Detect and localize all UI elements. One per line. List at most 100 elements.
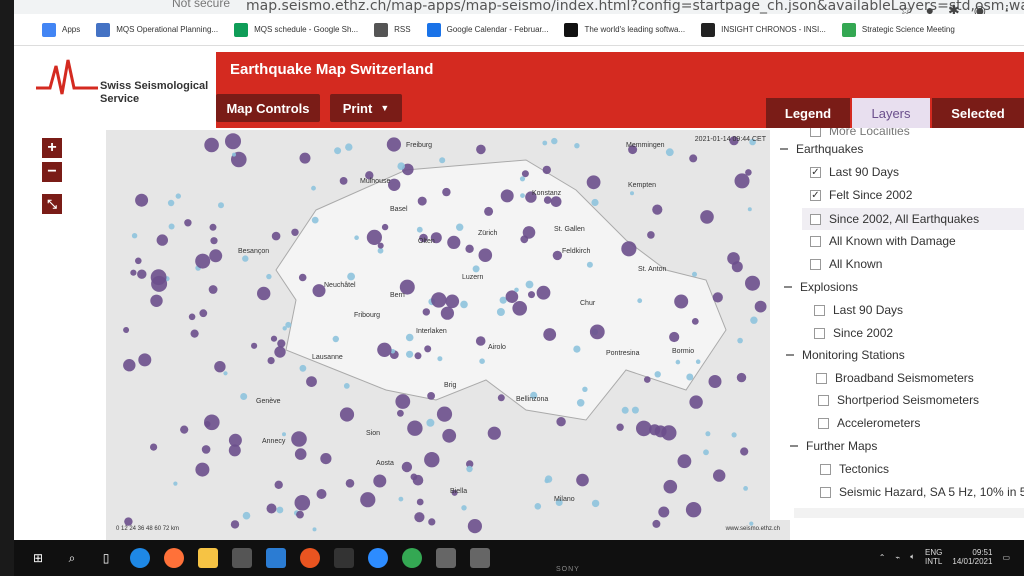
earthquake-marker[interactable] bbox=[528, 291, 535, 299]
earthquake-marker[interactable] bbox=[740, 447, 749, 456]
earthquake-marker[interactable] bbox=[360, 492, 376, 508]
group-monitoring-stations[interactable]: Monitoring Stations bbox=[786, 348, 905, 362]
station-marker[interactable] bbox=[232, 152, 236, 157]
earthquake-marker[interactable] bbox=[135, 257, 142, 265]
earthquake-marker[interactable] bbox=[505, 290, 519, 303]
checkbox[interactable] bbox=[810, 235, 821, 247]
clock-date[interactable]: 14/01/2021 bbox=[952, 557, 992, 566]
station-marker[interactable] bbox=[520, 193, 525, 198]
earthquake-marker[interactable] bbox=[228, 433, 242, 447]
checkbox[interactable] bbox=[814, 327, 825, 339]
task-view-icon[interactable]: ▯ bbox=[96, 548, 116, 568]
checkbox-checked[interactable]: ✓ bbox=[810, 166, 821, 178]
earthquake-marker[interactable] bbox=[294, 495, 311, 511]
station-marker[interactable] bbox=[703, 449, 709, 456]
earthquake-marker[interactable] bbox=[274, 346, 286, 358]
checkbox[interactable] bbox=[816, 372, 827, 384]
station-marker[interactable] bbox=[347, 272, 355, 281]
earthquake-marker[interactable] bbox=[700, 210, 714, 224]
station-marker[interactable] bbox=[334, 147, 342, 155]
terminal-icon[interactable] bbox=[334, 548, 354, 568]
station-marker[interactable] bbox=[240, 393, 248, 400]
station-marker[interactable] bbox=[266, 273, 272, 280]
earthquake-marker[interactable] bbox=[150, 294, 163, 307]
layer-shortperiod[interactable]: Shortperiod Seismometers bbox=[818, 393, 979, 407]
earthquake-marker[interactable] bbox=[267, 357, 275, 365]
earthquake-marker[interactable] bbox=[447, 235, 461, 249]
earthquake-marker[interactable] bbox=[487, 426, 501, 440]
station-marker[interactable] bbox=[576, 399, 585, 407]
earthquake-marker[interactable] bbox=[727, 252, 740, 265]
layer-broadband[interactable]: Broadband Seismometers bbox=[816, 371, 974, 385]
bookmark-item[interactable]: MQS Operational Planning... bbox=[96, 22, 218, 37]
earthquake-marker[interactable] bbox=[436, 406, 453, 422]
earthquake-marker[interactable] bbox=[689, 154, 698, 163]
tab-layers[interactable]: Layers bbox=[852, 98, 930, 128]
station-marker[interactable] bbox=[416, 226, 423, 233]
station-marker[interactable] bbox=[743, 486, 748, 491]
zoom-in-button[interactable]: + bbox=[42, 138, 62, 158]
station-marker[interactable] bbox=[591, 198, 599, 207]
earthquake-marker[interactable] bbox=[320, 453, 332, 465]
earthquake-marker[interactable] bbox=[291, 228, 299, 236]
earthquake-marker[interactable] bbox=[156, 234, 168, 246]
earthquake-marker[interactable] bbox=[138, 353, 152, 367]
earthquake-marker[interactable] bbox=[745, 275, 760, 291]
layer-tectonics[interactable]: Tectonics bbox=[820, 462, 889, 476]
station-marker[interactable] bbox=[276, 506, 284, 514]
station-marker[interactable] bbox=[542, 140, 548, 146]
earthquake-marker[interactable] bbox=[476, 144, 486, 155]
earthquake-marker[interactable] bbox=[271, 231, 281, 241]
station-marker[interactable] bbox=[637, 298, 643, 304]
group-explosions[interactable]: Explosions bbox=[784, 280, 858, 294]
station-marker[interactable] bbox=[311, 185, 316, 191]
earthquake-marker[interactable] bbox=[431, 292, 447, 308]
station-marker[interactable] bbox=[496, 308, 505, 316]
station-marker[interactable] bbox=[437, 356, 443, 362]
group-earthquakes[interactable]: Earthquakes bbox=[780, 142, 863, 156]
station-marker[interactable] bbox=[439, 157, 446, 164]
earthquake-map[interactable]: 2021-01-14 09:44 CET Freiburg Memmingen Mu… bbox=[106, 130, 790, 540]
earthquake-marker[interactable] bbox=[736, 372, 747, 383]
earthquake-marker[interactable] bbox=[654, 425, 667, 438]
station-marker[interactable] bbox=[737, 337, 743, 344]
earthquake-marker[interactable] bbox=[428, 518, 436, 526]
layer-all-known[interactable]: All Known bbox=[810, 257, 882, 271]
earthquake-marker[interactable] bbox=[225, 133, 241, 150]
earthquake-marker[interactable] bbox=[345, 479, 355, 488]
earthquake-marker[interactable] bbox=[652, 519, 661, 528]
earthquake-marker[interactable] bbox=[442, 428, 457, 443]
earthquake-marker[interactable] bbox=[294, 448, 307, 460]
earthquake-marker[interactable] bbox=[691, 318, 699, 325]
earthquake-marker[interactable] bbox=[277, 339, 286, 348]
earthquake-marker[interactable] bbox=[713, 469, 726, 482]
earthquake-marker[interactable] bbox=[298, 273, 307, 282]
volume-icon[interactable]: 🔈︎ bbox=[910, 552, 915, 562]
bookmark-item[interactable]: RSS bbox=[374, 22, 411, 37]
earthquake-marker[interactable] bbox=[208, 285, 218, 294]
earthquake-marker[interactable] bbox=[467, 519, 482, 534]
earthquake-marker[interactable] bbox=[414, 512, 425, 523]
station-marker[interactable] bbox=[586, 261, 593, 268]
edge-icon[interactable] bbox=[130, 548, 150, 568]
network-icon[interactable]: ⌁ bbox=[895, 553, 900, 562]
station-marker[interactable] bbox=[582, 386, 588, 392]
station-marker[interactable] bbox=[242, 255, 249, 262]
earthquake-marker[interactable] bbox=[184, 219, 192, 227]
layer-felt-since-2002[interactable]: ✓ Felt Since 2002 bbox=[810, 188, 912, 202]
earthquake-marker[interactable] bbox=[556, 417, 566, 427]
station-marker[interactable] bbox=[731, 432, 737, 438]
earthquake-marker[interactable] bbox=[270, 335, 278, 342]
station-marker[interactable] bbox=[747, 207, 752, 212]
clock-time[interactable]: 09:51 bbox=[952, 548, 992, 557]
earthquake-marker[interactable] bbox=[214, 361, 226, 373]
station-marker[interactable] bbox=[630, 191, 634, 196]
earthquake-marker[interactable] bbox=[316, 489, 327, 499]
earthquake-marker[interactable] bbox=[204, 137, 219, 153]
earthquake-marker[interactable] bbox=[188, 313, 196, 321]
station-marker[interactable] bbox=[242, 511, 251, 520]
station-marker[interactable] bbox=[695, 359, 701, 364]
station-marker[interactable] bbox=[282, 432, 286, 437]
station-marker[interactable] bbox=[456, 223, 464, 231]
earthquake-marker[interactable] bbox=[130, 269, 137, 276]
